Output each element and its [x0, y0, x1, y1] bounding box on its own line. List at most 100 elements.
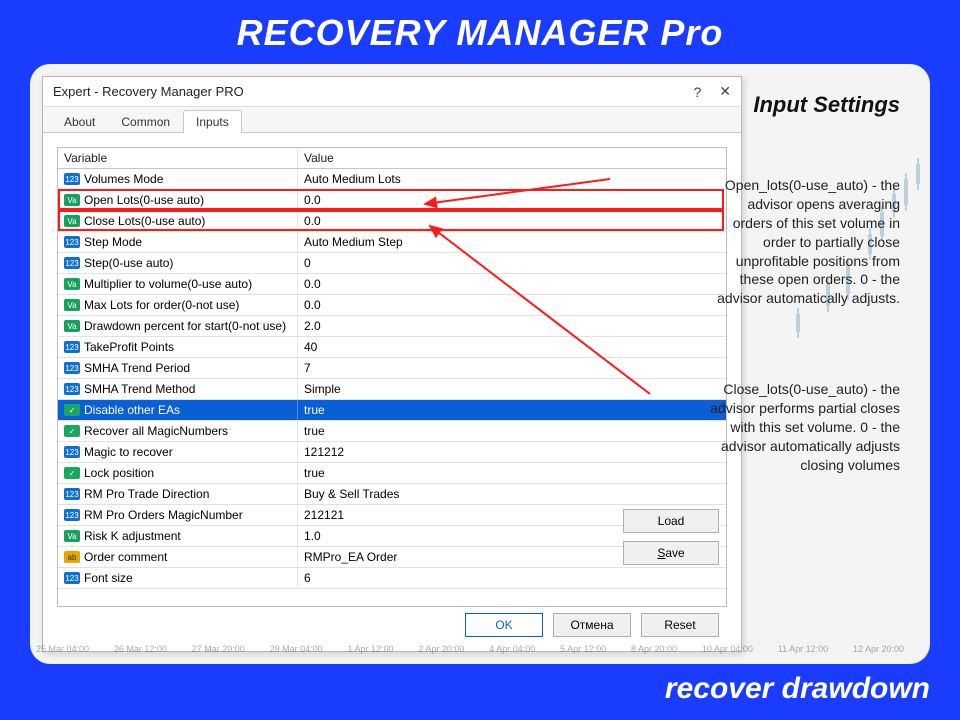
description-close-lots: Close_lots(0-use_auto) - the advisor per… — [710, 380, 900, 474]
variable-name: Recover all MagicNumbers — [84, 424, 228, 438]
page-title: RECOVERY MANAGER Pro — [0, 0, 960, 64]
cancel-button[interactable]: Отмена — [553, 613, 631, 637]
type-badge-icon: ✓ — [64, 404, 80, 416]
type-badge-icon: Va — [64, 320, 80, 332]
variable-value[interactable]: Auto Medium Step — [298, 232, 726, 252]
grid-row[interactable]: 123 Font size 6 — [58, 568, 726, 589]
type-badge-icon: Va — [64, 194, 80, 206]
variable-name: Lock position — [84, 466, 154, 480]
variable-name: Magic to recover — [84, 445, 173, 459]
bottom-buttons: OK Отмена Reset — [465, 613, 719, 637]
help-icon[interactable]: ? — [693, 84, 701, 100]
variable-value[interactable]: 0.0 — [298, 190, 726, 210]
type-badge-icon: 123 — [64, 362, 80, 374]
grid-row[interactable]: Va Close Lots(0-use auto) 0.0 — [58, 211, 726, 232]
variable-value[interactable]: true — [298, 463, 726, 483]
type-badge-icon: 123 — [64, 509, 80, 521]
variable-value[interactable]: 7 — [298, 358, 726, 378]
variable-value[interactable]: true — [298, 400, 726, 420]
grid-row[interactable]: Va Drawdown percent for start(0-not use) 2… — [58, 316, 726, 337]
side-heading: Input Settings — [753, 92, 900, 118]
description-open-lots: Open_lots(0-use_auto) - the advisor open… — [710, 176, 900, 308]
variable-value[interactable]: 0 — [298, 253, 726, 273]
type-badge-icon: 123 — [64, 236, 80, 248]
variable-name: SMHA Trend Method — [84, 382, 195, 396]
variable-name: Risk K adjustment — [84, 529, 181, 543]
variable-name: Volumes Mode — [84, 172, 163, 186]
type-badge-icon: ab — [64, 551, 80, 563]
tab-bar: About Common Inputs — [43, 107, 741, 133]
dialog-titlebar: Expert - Recovery Manager PRO ? ✕ — [43, 77, 741, 107]
close-icon[interactable]: ✕ — [719, 83, 731, 100]
type-badge-icon: 123 — [64, 488, 80, 500]
axis-tick: 12 Apr 20:00 — [853, 644, 904, 654]
variable-name: Drawdown percent for start(0-not use) — [84, 319, 286, 333]
card: Expert - Recovery Manager PRO ? ✕ About … — [30, 64, 930, 664]
grid-row[interactable]: Va Open Lots(0-use auto) 0.0 — [58, 190, 726, 211]
grid-row[interactable]: ✓ Recover all MagicNumbers true — [58, 421, 726, 442]
page-footer: recover drawdown — [0, 664, 960, 706]
grid-row[interactable]: 123 RM Pro Trade Direction Buy & Sell Trad… — [58, 484, 726, 505]
grid-row[interactable]: Va Max Lots for order(0-not use) 0.0 — [58, 295, 726, 316]
variable-value[interactable]: Buy & Sell Trades — [298, 484, 726, 504]
type-badge-icon: Va — [64, 299, 80, 311]
variable-value[interactable]: 2.0 — [298, 316, 726, 336]
type-badge-icon: 123 — [64, 257, 80, 269]
type-badge-icon: 123 — [64, 341, 80, 353]
type-badge-icon: Va — [64, 278, 80, 290]
type-badge-icon: 123 — [64, 446, 80, 458]
variable-name: Close Lots(0-use auto) — [84, 214, 205, 228]
grid-row[interactable]: 123 Step(0-use auto) 0 — [58, 253, 726, 274]
grid-row[interactable]: 123 Magic to recover 121212 — [58, 442, 726, 463]
grid-row[interactable]: 123 SMHA Trend Method Simple — [58, 379, 726, 400]
type-badge-icon: 123 — [64, 383, 80, 395]
variable-name: TakeProfit Points — [84, 340, 174, 354]
save-button[interactable]: Save — [623, 541, 719, 565]
variable-value[interactable]: 0.0 — [298, 211, 726, 231]
variable-name: Step Mode — [84, 235, 142, 249]
grid-row[interactable]: 123 Step Mode Auto Medium Step — [58, 232, 726, 253]
axis-tick: 11 Apr 12:00 — [778, 644, 828, 654]
variable-name: RM Pro Orders MagicNumber — [84, 508, 243, 522]
col-header-value: Value — [298, 148, 726, 168]
grid-row[interactable]: ✓ Disable other EAs true — [58, 400, 726, 421]
type-badge-icon: 123 — [64, 173, 80, 185]
variable-name: Order comment — [84, 550, 167, 564]
type-badge-icon: 123 — [64, 572, 80, 584]
variable-value[interactable]: true — [298, 421, 726, 441]
variable-value[interactable]: 6 — [298, 568, 726, 588]
ok-button[interactable]: OK — [465, 613, 543, 637]
col-header-variable: Variable — [58, 148, 298, 168]
variable-name: Multiplier to volume(0-use auto) — [84, 277, 252, 291]
load-button[interactable]: Load — [623, 509, 719, 533]
variable-name: Disable other EAs — [84, 403, 180, 417]
grid-header: Variable Value — [58, 148, 726, 169]
variable-name: Font size — [84, 571, 133, 585]
variable-value[interactable]: 40 — [298, 337, 726, 357]
variable-value[interactable]: 121212 — [298, 442, 726, 462]
type-badge-icon: ✓ — [64, 425, 80, 437]
variable-name: SMHA Trend Period — [84, 361, 190, 375]
tab-about[interactable]: About — [51, 110, 108, 133]
grid-row[interactable]: Va Multiplier to volume(0-use auto) 0.0 — [58, 274, 726, 295]
variable-name: Max Lots for order(0-not use) — [84, 298, 239, 312]
variable-value[interactable]: Auto Medium Lots — [298, 169, 726, 189]
expert-properties-dialog: Expert - Recovery Manager PRO ? ✕ About … — [42, 76, 742, 652]
grid-row[interactable]: 123 SMHA Trend Period 7 — [58, 358, 726, 379]
variable-name: Open Lots(0-use auto) — [84, 193, 204, 207]
type-badge-icon: Va — [64, 530, 80, 542]
tab-common[interactable]: Common — [108, 110, 183, 133]
tab-inputs[interactable]: Inputs — [183, 110, 242, 133]
type-badge-icon: ✓ — [64, 467, 80, 479]
variable-value[interactable]: Simple — [298, 379, 726, 399]
dialog-title: Expert - Recovery Manager PRO — [53, 84, 244, 99]
grid-row[interactable]: ✓ Lock position true — [58, 463, 726, 484]
reset-button[interactable]: Reset — [641, 613, 719, 637]
grid-row[interactable]: 123 TakeProfit Points 40 — [58, 337, 726, 358]
variable-name: RM Pro Trade Direction — [84, 487, 209, 501]
variable-name: Step(0-use auto) — [84, 256, 173, 270]
variable-value[interactable]: 0.0 — [298, 274, 726, 294]
grid-row[interactable]: 123 Volumes Mode Auto Medium Lots — [58, 169, 726, 190]
type-badge-icon: Va — [64, 215, 80, 227]
variable-value[interactable]: 0.0 — [298, 295, 726, 315]
